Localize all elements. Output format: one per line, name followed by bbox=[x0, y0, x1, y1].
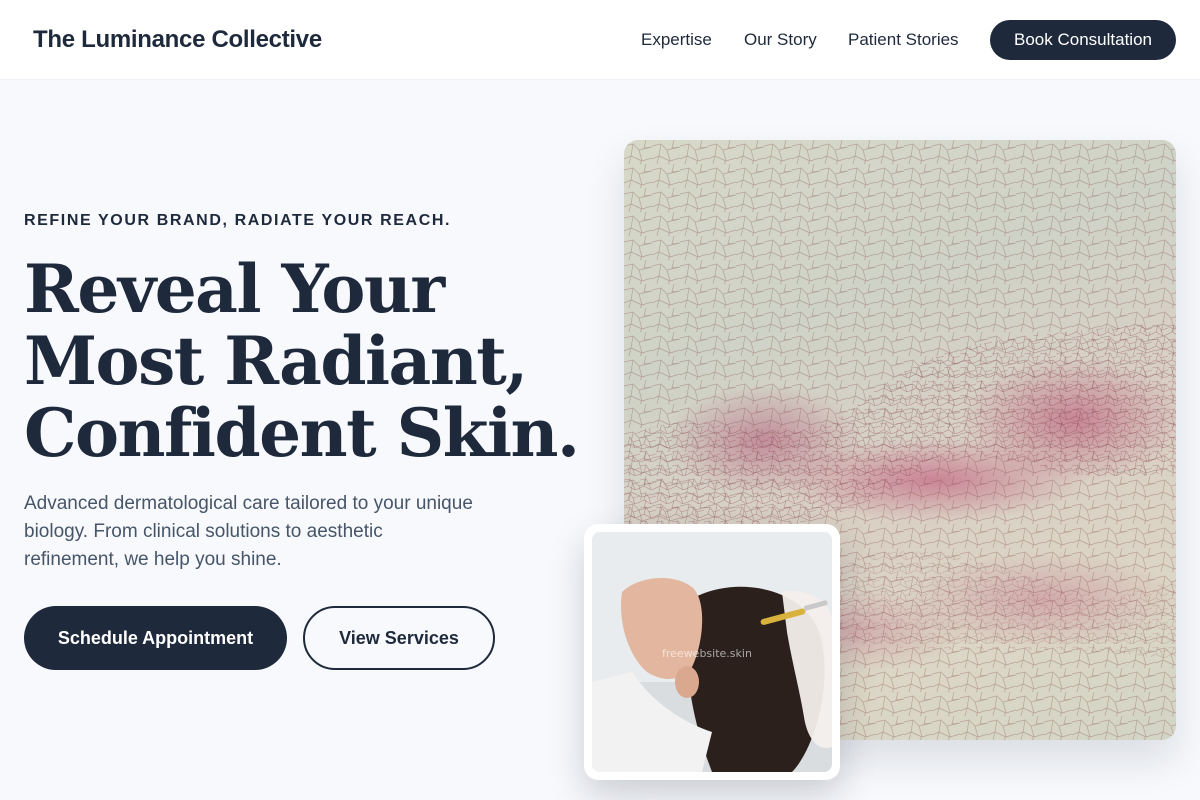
headline-line-3: Confident Skin. bbox=[24, 394, 580, 472]
hero-eyebrow: REFINE YOUR BRAND, RADIATE YOUR REACH. bbox=[24, 212, 452, 229]
site-header: The Luminance Collective Expertise Our S… bbox=[0, 0, 1200, 80]
headline-line-2: Most Radiant, bbox=[24, 322, 528, 400]
scalp-treatment-image: freewebsite.skin bbox=[592, 532, 832, 772]
book-consultation-button[interactable]: Book Consultation bbox=[990, 20, 1176, 60]
watermark-text: freewebsite.skin bbox=[662, 647, 752, 660]
brand-logo[interactable]: The Luminance Collective bbox=[33, 26, 322, 54]
treatment-photo-card: freewebsite.skin bbox=[584, 524, 840, 780]
view-services-button[interactable]: View Services bbox=[303, 606, 495, 670]
nav-link-patient-stories[interactable]: Patient Stories bbox=[848, 30, 959, 50]
nav-link-expertise[interactable]: Expertise bbox=[641, 30, 712, 50]
schedule-appointment-button[interactable]: Schedule Appointment bbox=[24, 606, 287, 670]
hero-lead-text: Advanced dermatological care tailored to… bbox=[24, 493, 473, 570]
headline-line-1: Reveal Your bbox=[24, 250, 445, 328]
hero-headline: Reveal Your Most Radiant, Confident Skin… bbox=[24, 253, 604, 469]
nav-link-our-story[interactable]: Our Story bbox=[744, 30, 817, 50]
